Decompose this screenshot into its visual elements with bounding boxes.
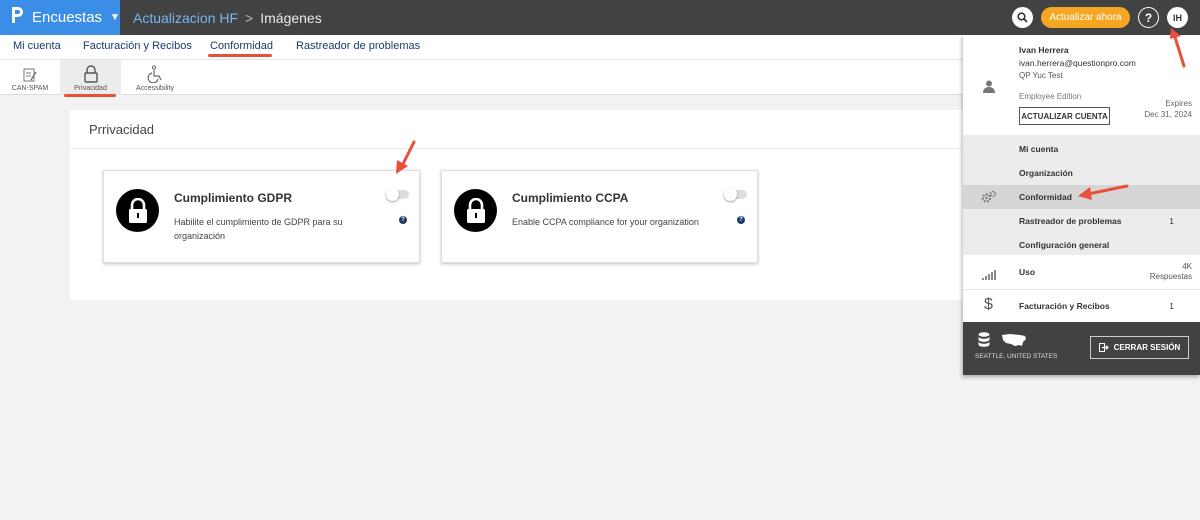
usage-value: 4K Respuestas: [1150, 262, 1192, 282]
menu-item-label: Configuración general: [1019, 240, 1110, 250]
help-icon[interactable]: ?: [399, 216, 407, 224]
account-info: Ivan Herrera ivan.herrera@questionpro.co…: [963, 35, 1200, 135]
ccpa-toggle[interactable]: [724, 188, 747, 201]
usage-unit: Respuestas: [1149, 272, 1192, 281]
subnav-item-accessibility[interactable]: Accessibility: [130, 60, 180, 95]
chevron-down-icon: ▼: [110, 12, 120, 23]
subnav-label: CAN-SPAM: [11, 85, 49, 92]
product-switcher[interactable]: Encuestas ▼: [0, 0, 120, 35]
document-edit-icon: [23, 68, 37, 82]
ccpa-card: Cumplimiento CCPA Enable CCPA compliance…: [441, 170, 758, 263]
annotation-underline-conformidad: [208, 54, 272, 57]
menu-item-count: 1: [1169, 216, 1174, 226]
toggle-knob: [386, 188, 399, 201]
expiry-info: Expires Dec 31, 2024: [1144, 98, 1192, 120]
subnav-item-privacidad[interactable]: Privacidad: [60, 60, 121, 95]
product-name: Encuestas: [32, 9, 103, 26]
us-map-icon: [1001, 333, 1027, 352]
card-title: Cumplimiento GDPR: [174, 191, 293, 205]
nav-item-rastreador[interactable]: Rastreador de problemas: [296, 40, 420, 52]
upgrade-account-button[interactable]: ACTUALIZAR CUENTA: [1019, 107, 1110, 125]
billing-label: Facturación y Recibos: [1019, 301, 1110, 311]
usage-label: Uso: [1019, 267, 1036, 277]
usage-row[interactable]: Uso 4K Respuestas: [963, 255, 1200, 290]
billing-row[interactable]: $ Facturación y Recibos 1: [963, 290, 1200, 322]
account-org: QP Yuc Test: [1019, 71, 1063, 80]
nav-item-facturacion[interactable]: Facturación y Recibos: [83, 40, 192, 52]
logout-button[interactable]: CERRAR SESIÓN: [1090, 336, 1189, 359]
menu-item-label: Organización: [1019, 168, 1073, 178]
questionpro-logo-icon: [10, 6, 24, 29]
breadcrumb: Actualizacion HF > Imágenes: [133, 0, 322, 35]
toggle-knob: [724, 188, 737, 201]
card-description: Enable CCPA compliance for your organiza…: [512, 217, 699, 227]
upgrade-now-button[interactable]: Actualizar ahora: [1041, 7, 1130, 28]
annotation-arrow-conformidad: [1078, 184, 1129, 200]
gdpr-toggle[interactable]: [386, 188, 409, 201]
top-bar: Encuestas ▼ Actualizacion HF > Imágenes …: [0, 0, 1200, 35]
annotation-underline-privacidad: [64, 94, 116, 97]
wheelchair-icon: [147, 65, 162, 83]
signal-bars-icon: [982, 267, 996, 285]
lock-icon: [83, 65, 98, 83]
subnav-label: Accessibility: [135, 85, 175, 92]
account-edition: Employee Edition: [1019, 92, 1082, 101]
usage-number: 4K: [1182, 262, 1192, 271]
menu-item-label: Mi cuenta: [1019, 144, 1059, 154]
nav-item-conformidad[interactable]: Conformidad: [210, 40, 273, 52]
location-label: SEATTLE, UNITED STATES: [975, 353, 1058, 360]
user-avatar-button[interactable]: IH: [1167, 7, 1188, 28]
help-icon[interactable]: ?: [737, 216, 745, 224]
menu-item-label: Rastreador de problemas: [1019, 216, 1122, 226]
billing-count: 1: [1169, 301, 1174, 311]
search-button[interactable]: [1012, 7, 1033, 28]
expires-label: Expires: [1165, 99, 1192, 108]
account-email: ivan.herrera@questionpro.com: [1019, 58, 1136, 68]
lock-icon: [116, 189, 159, 232]
logout-label: CERRAR SESIÓN: [1113, 343, 1181, 352]
lock-icon: [454, 189, 497, 232]
nav-item-mi-cuenta[interactable]: Mi cuenta: [13, 40, 61, 52]
user-icon: [983, 80, 995, 98]
breadcrumb-project[interactable]: Actualizacion HF: [133, 10, 238, 26]
sign-out-icon: [1098, 343, 1109, 352]
annotation-arrow-avatar: [1170, 28, 1186, 68]
subnav-label: Privacidad: [74, 85, 107, 92]
annotation-arrow-gdpr-toggle: [396, 140, 416, 174]
account-menu-item-configuracion[interactable]: Configuración general: [963, 233, 1200, 257]
gears-icon: [981, 190, 997, 209]
help-button[interactable]: ?: [1138, 7, 1159, 28]
menu-item-label: Conformidad: [1019, 192, 1072, 202]
account-name: Ivan Herrera: [1019, 45, 1069, 55]
subnav-item-can-spam[interactable]: CAN-SPAM: [10, 60, 50, 95]
breadcrumb-separator: >: [245, 9, 254, 26]
search-icon: [1017, 12, 1028, 23]
panel-footer: SEATTLE, UNITED STATES CERRAR SESIÓN: [963, 322, 1200, 375]
card-description: Habilite el cumplimiento de GDPR para su…: [174, 217, 343, 241]
dollar-icon: $: [984, 296, 993, 313]
database-icon: [978, 332, 990, 352]
account-menu-item-mi-cuenta[interactable]: Mi cuenta: [963, 137, 1200, 161]
expires-date: Dec 31, 2024: [1144, 110, 1192, 119]
breadcrumb-current: Imágenes: [260, 9, 322, 26]
page-title: Prrivacidad: [89, 122, 155, 137]
card-title: Cumplimiento CCPA: [512, 191, 629, 205]
gdpr-card: Cumplimiento GDPR Habilite el cumplimien…: [103, 170, 420, 263]
account-menu-item-rastreador[interactable]: Rastreador de problemas 1: [963, 209, 1200, 233]
